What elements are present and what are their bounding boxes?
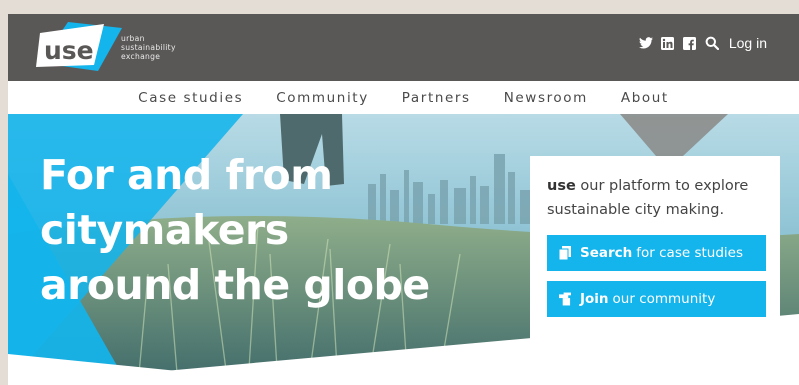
tagline-line: sustainability [121, 43, 176, 52]
nav-item-newsroom[interactable]: Newsroom [504, 90, 588, 106]
tagline-line: exchange [121, 52, 161, 61]
logo-text: use [44, 36, 94, 65]
site-header: use urban sustainability exchange Log in [8, 14, 799, 81]
document-icon [559, 246, 571, 260]
logo-tagline: urban sustainability exchange [121, 34, 176, 61]
hero-headline: For and from citymakers around the globe [40, 148, 430, 313]
join-cta-text: our community [612, 291, 716, 307]
hero-banner: For and from citymakers around the globe… [8, 114, 799, 385]
nav-item-case-studies[interactable]: Case studies [138, 90, 243, 106]
linkedin-icon[interactable] [661, 36, 675, 50]
join-cta-bold: Join [580, 291, 609, 307]
search-icon[interactable] [705, 36, 719, 50]
nav-item-partners[interactable]: Partners [402, 90, 471, 106]
headline-line: For and from [40, 151, 333, 199]
login-link[interactable]: Log in [729, 35, 767, 51]
headline-line: citymakers [40, 206, 289, 254]
utility-bar: Log in [638, 14, 767, 72]
nav-item-about[interactable]: About [621, 90, 669, 106]
nav-item-community[interactable]: Community [276, 90, 369, 106]
intro-brand: use [547, 178, 576, 194]
join-community-button[interactable]: Join our community [547, 281, 766, 317]
search-cta-bold: Search [580, 245, 633, 261]
twitter-icon[interactable] [638, 36, 653, 50]
main-nav: Case studies Community Partners Newsroom… [8, 81, 799, 114]
tagline-line: urban [121, 34, 145, 43]
intro-copy: our platform to explore sustainable city… [547, 178, 749, 218]
use-logo[interactable]: use [34, 19, 126, 75]
search-cta-text: for case studies [636, 245, 743, 261]
facebook-icon[interactable] [683, 36, 697, 50]
intro-text: use our platform to explore sustainable … [547, 174, 764, 222]
people-icon [559, 292, 571, 306]
page-frame: use urban sustainability exchange Log in… [8, 14, 799, 385]
headline-line: around the globe [40, 261, 430, 309]
intro-card: use our platform to explore sustainable … [530, 156, 780, 346]
search-case-studies-button[interactable]: Search for case studies [547, 235, 766, 271]
